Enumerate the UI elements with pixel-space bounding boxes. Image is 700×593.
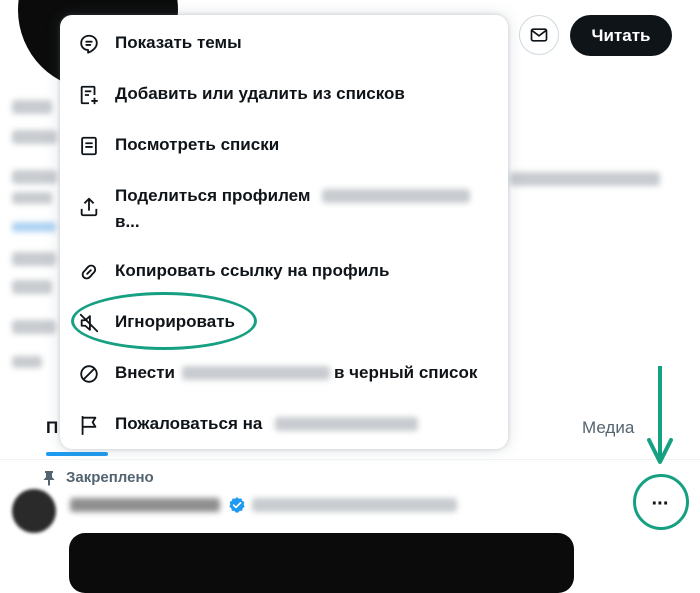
flag-icon [78,414,100,436]
topics-icon [78,33,100,55]
stats-redacted [12,356,42,368]
annotation-ellipse [71,292,257,350]
list-add-icon [78,84,100,106]
pinned-text: Закреплено [66,469,154,486]
meta-redacted [12,280,52,294]
menu-item-label: Посмотреть списки [115,133,279,157]
annotation-arrow-icon [645,366,675,466]
username-redacted [182,366,330,380]
tab-active-indicator [46,452,108,456]
block-icon [78,363,100,385]
menu-item-label: Копировать ссылку на профиль [115,259,389,283]
link-icon [78,261,100,283]
menu-item-label: Добавить или удалить из списков [115,82,405,106]
verified-badge-icon [228,496,246,514]
list-icon [78,135,100,157]
bio-link-redacted[interactable] [12,222,56,232]
menu-item-label-cont: в... [115,210,140,234]
tab-posts[interactable]: П [46,418,58,438]
profile-more-menu: Показать темы Добавить или удалить из сп… [60,15,508,449]
tab-media[interactable]: Медиа [582,418,634,438]
tweet-avatar[interactable] [12,489,56,533]
message-button[interactable] [519,15,559,55]
mail-icon [529,25,549,45]
bio-redacted [510,172,660,186]
pin-icon [42,470,56,486]
bio-redacted [12,170,57,184]
menu-item-label: Пожаловаться на [115,412,262,436]
menu-item-label-end: в черный список [334,361,477,385]
share-icon [78,196,100,218]
tweet-handle-redacted [252,498,457,512]
menu-item-share-profile[interactable]: Поделиться профилем в... [60,184,508,234]
menu-item-label: Показать темы [115,31,242,55]
follow-button[interactable]: Читать [570,15,672,56]
stats-redacted [12,320,56,334]
menu-item-label-start: Внести [115,361,175,385]
menu-item-label: Поделиться профилем [115,184,311,208]
username-redacted [322,189,470,203]
tweet-author-redacted[interactable] [70,498,220,512]
bio-redacted [12,192,52,204]
pinned-label: Закреплено [42,469,154,486]
meta-redacted [12,252,56,266]
profile-handle-redacted [12,130,57,144]
annotation-circle [633,474,689,530]
tweet-media[interactable] [69,533,574,593]
username-redacted [275,417,418,431]
divider [0,459,700,460]
profile-name-redacted [12,100,52,114]
